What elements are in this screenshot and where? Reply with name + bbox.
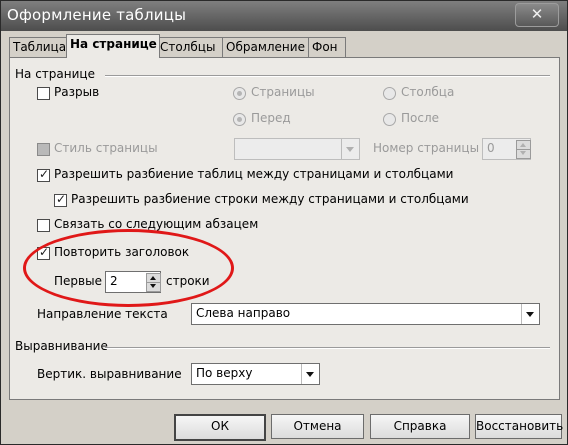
keep-with-next-checkbox[interactable] xyxy=(37,219,50,232)
heading-rows-spinbox[interactable]: 2 xyxy=(105,271,161,293)
chevron-down-icon xyxy=(341,139,359,159)
page-style-dropdown[interactable] xyxy=(234,138,360,160)
close-button[interactable]: ✕ xyxy=(515,3,559,27)
tab-background[interactable]: Фон xyxy=(308,37,346,57)
tab-panel: На странице Разрыв Страницы Столбца Пере… xyxy=(9,57,560,400)
help-button[interactable]: Справка xyxy=(370,414,470,439)
radio-after-label: После xyxy=(401,111,440,125)
check-icon: ✓ xyxy=(39,245,50,259)
page-style-checkbox[interactable] xyxy=(37,143,50,156)
group-divider xyxy=(105,347,550,349)
vertical-alignment-dropdown[interactable]: По верху xyxy=(191,363,320,385)
repeat-heading-label: Повторить заголовок xyxy=(54,245,190,259)
cancel-button[interactable]: Отмена xyxy=(271,414,364,439)
chevron-down-icon xyxy=(521,304,539,324)
dialog-window: Оформление таблицы ✕ Таблица На странице… xyxy=(0,0,568,445)
radio-page[interactable] xyxy=(233,87,246,100)
break-checkbox[interactable] xyxy=(37,87,50,100)
spin-buttons[interactable] xyxy=(516,140,531,159)
ok-button[interactable]: ОК xyxy=(174,414,266,441)
spin-buttons[interactable] xyxy=(146,273,161,292)
vertical-alignment-label: Вертик. выравнивание xyxy=(37,367,182,381)
check-icon: ✓ xyxy=(56,192,67,206)
allow-split-tables-checkbox[interactable]: ✓ xyxy=(37,167,50,182)
radio-before[interactable] xyxy=(233,113,246,126)
allow-split-rows-checkbox[interactable]: ✓ xyxy=(54,192,67,207)
group-title-text-flow: На странице xyxy=(15,67,95,81)
keep-with-next-label: Связать со следующим абзацем xyxy=(54,217,259,231)
first-rows-label: Первые xyxy=(54,274,102,288)
tab-columns[interactable]: Столбцы xyxy=(156,37,226,57)
page-style-label: Стиль страницы xyxy=(54,141,158,155)
tab-text-flow[interactable]: На странице xyxy=(66,34,160,58)
group-title-alignment: Выравнивание xyxy=(15,339,108,353)
check-icon: ✓ xyxy=(39,167,50,181)
radio-before-label: Перед xyxy=(251,111,291,125)
repeat-heading-checkbox[interactable]: ✓ xyxy=(37,245,50,260)
title-bar: Оформление таблицы ✕ xyxy=(1,1,567,31)
chevron-down-icon xyxy=(301,364,319,384)
window-title: Оформление таблицы xyxy=(7,6,187,24)
radio-column-label: Столбца xyxy=(401,85,455,99)
page-number-spinbox[interactable]: 0 xyxy=(482,138,531,160)
page-number-label: Номер страницы xyxy=(373,141,480,155)
close-icon: ✕ xyxy=(530,5,544,23)
allow-split-rows-label: Разрешить разбиение строки между страниц… xyxy=(71,192,469,206)
tab-borders[interactable]: Обрамление xyxy=(222,37,314,57)
radio-column[interactable] xyxy=(383,87,396,100)
break-label: Разрыв xyxy=(54,85,100,99)
text-direction-label: Направление текста xyxy=(37,307,168,321)
reset-button[interactable]: Восстановить xyxy=(475,414,563,439)
group-divider xyxy=(105,75,550,77)
text-direction-dropdown[interactable]: Слева направо xyxy=(191,303,540,325)
allow-split-tables-label: Разрешить разбиение таблиц между страниц… xyxy=(54,167,454,181)
tab-table[interactable]: Таблица xyxy=(9,37,69,57)
radio-page-label: Страницы xyxy=(251,85,315,99)
rows-label: строки xyxy=(166,274,210,288)
radio-after[interactable] xyxy=(383,113,396,126)
